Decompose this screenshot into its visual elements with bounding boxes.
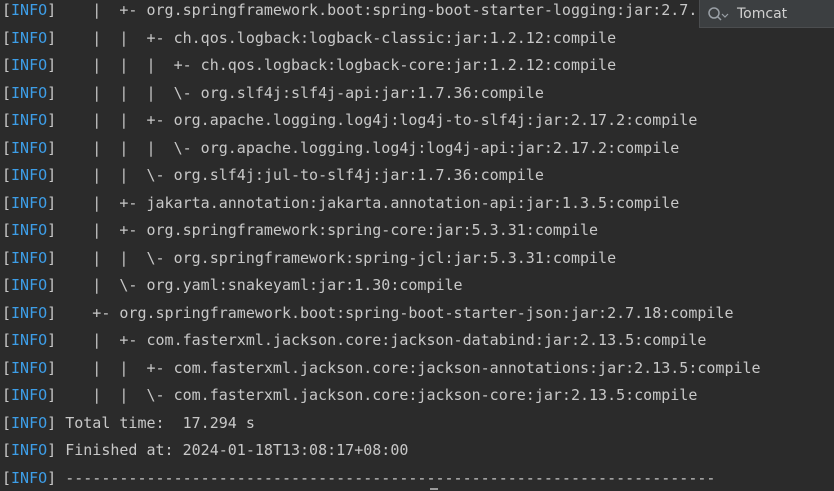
log-message: | +- jakarta.annotation:jakarta.annotati… bbox=[56, 193, 680, 212]
log-bracket-open: [ bbox=[2, 28, 12, 47]
log-level: INFO bbox=[11, 331, 48, 349]
log-line: [INFO] | | +- com.fasterxml.jackson.core… bbox=[2, 358, 761, 385]
log-bracket-close: ] bbox=[47, 413, 57, 432]
log-line: [INFO] | +- com.fasterxml.jackson.core:j… bbox=[2, 330, 706, 357]
log-bracket-close: ] bbox=[47, 138, 57, 157]
log-bracket-close: ] bbox=[47, 441, 57, 459]
log-line: [INFO] | +- org.springframework:spring-c… bbox=[2, 220, 598, 247]
log-line: [INFO] | | \- com.fasterxml.jackson.core… bbox=[2, 385, 697, 412]
log-bracket-close: ] bbox=[47, 193, 57, 212]
log-bracket-open: [ bbox=[2, 386, 12, 404]
log-bracket-close: ] bbox=[47, 303, 57, 322]
log-line: [INFO] | | +- org.apache.logging.log4j:l… bbox=[2, 110, 697, 137]
log-level: INFO bbox=[11, 193, 48, 212]
log-message: Total time: 17.294 s bbox=[56, 413, 255, 432]
log-level: INFO bbox=[11, 358, 48, 377]
log-bracket-close: ] bbox=[47, 83, 57, 102]
log-bracket-open: [ bbox=[2, 111, 12, 129]
log-line: [INFO] | | | +- ch.qos.logback:logback-c… bbox=[2, 55, 616, 82]
log-message: Finished at: 2024-01-18T13:08:17+08:00 bbox=[56, 441, 409, 459]
log-level: INFO bbox=[11, 221, 48, 239]
log-message: | | | \- org.apache.logging.log4j:log4j-… bbox=[56, 138, 680, 157]
search-icon[interactable] bbox=[707, 4, 733, 24]
log-bracket-open: [ bbox=[2, 303, 12, 322]
log-bracket-open: [ bbox=[2, 413, 12, 432]
log-message: | | +- ch.qos.logback:logback-classic:ja… bbox=[56, 28, 617, 47]
log-line: [INFO] Finished at: 2024-01-18T13:08:17+… bbox=[2, 440, 408, 467]
log-level: INFO bbox=[11, 138, 48, 157]
log-line: [INFO] | | \- org.slf4j:jul-to-slf4j:jar… bbox=[2, 165, 544, 192]
log-bracket-close: ] bbox=[47, 331, 57, 349]
log-bracket-open: [ bbox=[2, 441, 12, 459]
log-bracket-open: [ bbox=[2, 1, 12, 19]
log-line: [INFO] | | | \- org.slf4j:slf4j-api:jar:… bbox=[2, 83, 544, 110]
log-message: | | \- org.springframework:spring-jcl:ja… bbox=[56, 248, 617, 267]
scroll-marker bbox=[430, 488, 438, 490]
log-level: INFO bbox=[11, 111, 48, 129]
log-line: [INFO] | \- org.yaml:snakeyaml:jar:1.30:… bbox=[2, 275, 463, 302]
log-bracket-close: ] bbox=[47, 221, 57, 239]
log-line: [INFO] | +- jakarta.annotation:jakarta.a… bbox=[2, 193, 679, 220]
log-message: | +- com.fasterxml.jackson.core:jackson-… bbox=[56, 331, 707, 349]
log-level: INFO bbox=[11, 1, 48, 19]
log-bracket-close: ] bbox=[47, 276, 57, 294]
log-bracket-close: ] bbox=[47, 56, 57, 74]
log-message: | | +- com.fasterxml.jackson.core:jackso… bbox=[56, 358, 761, 377]
log-level: INFO bbox=[11, 56, 48, 74]
log-level: INFO bbox=[11, 83, 48, 102]
log-bracket-close: ] bbox=[47, 166, 57, 184]
log-message: ----------------------------------------… bbox=[56, 468, 716, 487]
log-message: | +- org.springframework:spring-core:jar… bbox=[56, 221, 599, 239]
log-line: [INFO] | | \- org.springframework:spring… bbox=[2, 248, 616, 275]
log-bracket-close: ] bbox=[47, 1, 57, 19]
log-level: INFO bbox=[11, 276, 48, 294]
log-bracket-open: [ bbox=[2, 138, 12, 157]
log-bracket-open: [ bbox=[2, 331, 12, 349]
log-bracket-close: ] bbox=[47, 386, 57, 404]
log-bracket-open: [ bbox=[2, 193, 12, 212]
log-level: INFO bbox=[11, 303, 48, 322]
log-line: [INFO] | | | \- org.apache.logging.log4j… bbox=[2, 138, 679, 165]
log-message: | | \- org.slf4j:jul-to-slf4j:jar:1.7.36… bbox=[56, 166, 544, 184]
console-output[interactable]: [INFO] | +- org.springframework.boot:spr… bbox=[0, 0, 834, 491]
log-message: | | | \- org.slf4j:slf4j-api:jar:1.7.36:… bbox=[56, 83, 544, 102]
log-bracket-close: ] bbox=[47, 468, 57, 487]
log-bracket-close: ] bbox=[47, 248, 57, 267]
log-message: | +- org.springframework.boot:spring-boo… bbox=[56, 1, 788, 19]
log-bracket-close: ] bbox=[47, 28, 57, 47]
log-message: | | +- org.apache.logging.log4j:log4j-to… bbox=[56, 111, 698, 129]
log-line: [INFO] Total time: 17.294 s bbox=[2, 413, 255, 440]
log-bracket-open: [ bbox=[2, 166, 12, 184]
log-line: [INFO] +- org.springframework.boot:sprin… bbox=[2, 303, 734, 330]
log-level: INFO bbox=[11, 386, 48, 404]
search-popup[interactable]: Tomcat bbox=[699, 0, 834, 28]
log-line: [INFO] | +- org.springframework.boot:spr… bbox=[2, 0, 788, 27]
log-bracket-open: [ bbox=[2, 358, 12, 377]
log-level: INFO bbox=[11, 413, 48, 432]
log-message: | | \- com.fasterxml.jackson.core:jackso… bbox=[56, 386, 698, 404]
log-bracket-open: [ bbox=[2, 276, 12, 294]
log-level: INFO bbox=[11, 441, 48, 459]
log-bracket-open: [ bbox=[2, 221, 12, 239]
search-text[interactable]: Tomcat bbox=[737, 4, 787, 24]
log-bracket-open: [ bbox=[2, 83, 12, 102]
log-level: INFO bbox=[11, 28, 48, 47]
log-level: INFO bbox=[11, 468, 48, 487]
log-message: | | | +- ch.qos.logback:logback-core:jar… bbox=[56, 56, 617, 74]
log-line: [INFO] | | +- ch.qos.logback:logback-cla… bbox=[2, 28, 616, 55]
log-bracket-close: ] bbox=[47, 358, 57, 377]
log-bracket-close: ] bbox=[47, 111, 57, 129]
log-message: +- org.springframework.boot:spring-boot-… bbox=[56, 303, 734, 322]
log-message: | \- org.yaml:snakeyaml:jar:1.30:compile bbox=[56, 276, 463, 294]
log-level: INFO bbox=[11, 166, 48, 184]
log-level: INFO bbox=[11, 248, 48, 267]
log-bracket-open: [ bbox=[2, 56, 12, 74]
log-line: [INFO] ---------------------------------… bbox=[2, 468, 715, 491]
log-bracket-open: [ bbox=[2, 248, 12, 267]
log-bracket-open: [ bbox=[2, 468, 12, 487]
